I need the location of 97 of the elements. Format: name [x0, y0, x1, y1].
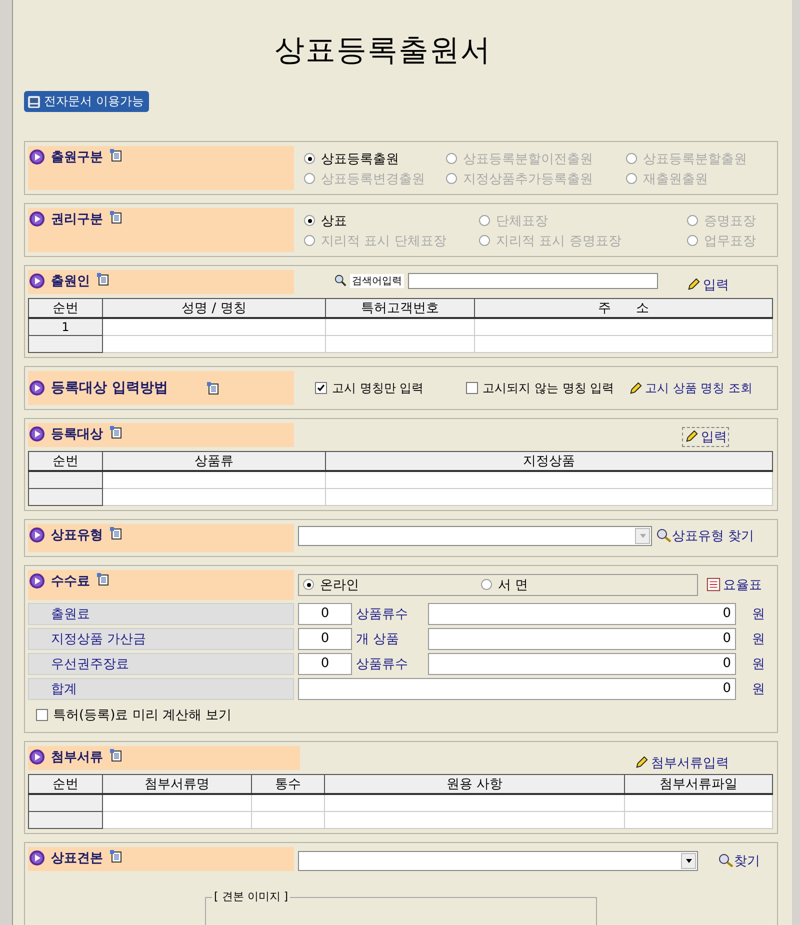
- unit-label: 개 상품: [356, 630, 400, 648]
- frame-legend: [ 견본 이미지 ]: [212, 888, 290, 904]
- search-field[interactable]: [408, 272, 658, 288]
- play-icon: [29, 526, 45, 542]
- radio-button[interactable]: [304, 153, 315, 164]
- column-header: 지정상품: [326, 451, 772, 470]
- pencil-icon: [686, 277, 701, 292]
- column-header: 순번: [28, 298, 102, 318]
- section-title: 출원인: [51, 272, 90, 290]
- note-icon[interactable]: [96, 572, 110, 586]
- note-icon[interactable]: [109, 424, 123, 438]
- form-title: 상표등록출원서: [274, 32, 492, 70]
- play-icon: [29, 748, 45, 764]
- find-link[interactable]: 상표유형 찾기: [656, 526, 754, 544]
- pencil-icon: [628, 380, 644, 396]
- note-icon[interactable]: [206, 380, 220, 394]
- lookup-link[interactable]: 고시 상품 명칭 조회: [628, 380, 753, 396]
- computer-icon: [27, 94, 41, 108]
- column-header: 특허고객번호: [326, 298, 474, 318]
- unit-label: 상품류수: [356, 606, 409, 622]
- column-header: 첨부서류명: [102, 774, 252, 794]
- type-dropdown[interactable]: [298, 526, 652, 546]
- note-icon[interactable]: [109, 748, 123, 762]
- amount-field[interactable]: 0: [428, 602, 736, 624]
- radio-option[interactable]: 서 면: [481, 576, 697, 594]
- play-icon: [29, 272, 45, 288]
- column-header: 순번: [28, 451, 102, 470]
- section-title: 수수료: [51, 572, 90, 590]
- checkbox[interactable]: [36, 708, 48, 720]
- fee-label: 우선권주장료: [28, 652, 294, 674]
- find-link[interactable]: 찾기: [718, 852, 760, 870]
- specimen-dropdown[interactable]: [298, 850, 698, 870]
- count-field[interactable]: 0: [298, 602, 352, 624]
- note-icon[interactable]: [109, 148, 123, 162]
- fee-label: 출원료: [28, 602, 294, 624]
- caret-icon: [638, 532, 646, 538]
- unit-label: 상품류수: [356, 656, 409, 672]
- section-title: 출원구분: [51, 148, 103, 166]
- radio-option[interactable]: 상표: [304, 212, 479, 230]
- checkbox[interactable]: [315, 382, 327, 394]
- rate-table-link[interactable]: 요율표: [706, 576, 762, 594]
- total-field[interactable]: 0: [298, 678, 736, 700]
- column-header: 상품류: [102, 451, 326, 470]
- input-link[interactable]: 입력: [682, 426, 729, 446]
- count-field[interactable]: 0: [298, 628, 352, 650]
- section-title: 등록대상 입력방법: [51, 378, 168, 396]
- play-icon: [29, 148, 45, 164]
- column-header: 통수: [252, 774, 324, 794]
- radio-option[interactable]: 온라인: [303, 576, 481, 594]
- pencil-icon: [684, 429, 699, 444]
- play-icon: [29, 426, 45, 442]
- checkbox-option[interactable]: 고시 명칭만 입력: [315, 380, 424, 396]
- column-header: 성명 / 명칭: [102, 298, 326, 318]
- magnifier-icon: [718, 852, 734, 868]
- section-title: 등록대상: [51, 426, 103, 442]
- note-icon[interactable]: [96, 272, 110, 286]
- caret-icon: [684, 858, 692, 864]
- input-link[interactable]: 입력: [686, 276, 729, 294]
- checkbox-option[interactable]: 특허(등록)료 미리 계산해 보기: [36, 706, 232, 724]
- play-icon: [29, 210, 45, 226]
- fee-label: 지정상품 가산금: [28, 628, 294, 650]
- amount-field[interactable]: 0: [428, 652, 736, 674]
- currency-label: 원: [752, 680, 765, 698]
- radio-option[interactable]: 상표등록출원: [304, 150, 446, 168]
- currency-label: 원: [752, 606, 765, 622]
- section-title: 상표유형: [51, 526, 103, 544]
- section-title: 첨부서류: [51, 748, 103, 766]
- magnifier-icon: [656, 528, 672, 544]
- radio-button[interactable]: [304, 215, 315, 226]
- note-icon[interactable]: [109, 526, 123, 540]
- radio-button[interactable]: [481, 579, 492, 590]
- currency-label: 원: [752, 656, 765, 672]
- play-icon: [29, 572, 45, 588]
- play-icon: [29, 850, 45, 866]
- amount-field[interactable]: 0: [428, 628, 736, 650]
- note-icon[interactable]: [109, 848, 123, 862]
- checkbox-option[interactable]: 고시되지 않는 명칭 입력: [466, 380, 614, 396]
- pencil-icon: [634, 755, 649, 770]
- check-icon: [316, 383, 326, 393]
- search-label: 검색어입력: [350, 274, 404, 288]
- section-title: 권리구분: [51, 210, 103, 228]
- column-header: 첨부서류파일: [624, 774, 772, 794]
- note-icon[interactable]: [109, 210, 123, 224]
- checkbox[interactable]: [466, 382, 478, 394]
- column-header: 주 소: [474, 298, 772, 318]
- section-title: 상표견본: [51, 850, 103, 866]
- currency-label: 원: [752, 630, 765, 648]
- total-label: 합계: [28, 678, 294, 700]
- play-icon: [29, 380, 45, 396]
- column-header: 순번: [28, 774, 102, 794]
- attachment-input-link[interactable]: 첨부서류입력: [634, 754, 729, 772]
- search-icon: [334, 274, 347, 287]
- radio-button[interactable]: [303, 579, 314, 590]
- column-header: 원용 사항: [324, 774, 624, 794]
- table-icon: [706, 577, 721, 592]
- count-field[interactable]: 0: [298, 652, 352, 674]
- e-document-badge[interactable]: 전자문서 이용가능: [24, 91, 149, 112]
